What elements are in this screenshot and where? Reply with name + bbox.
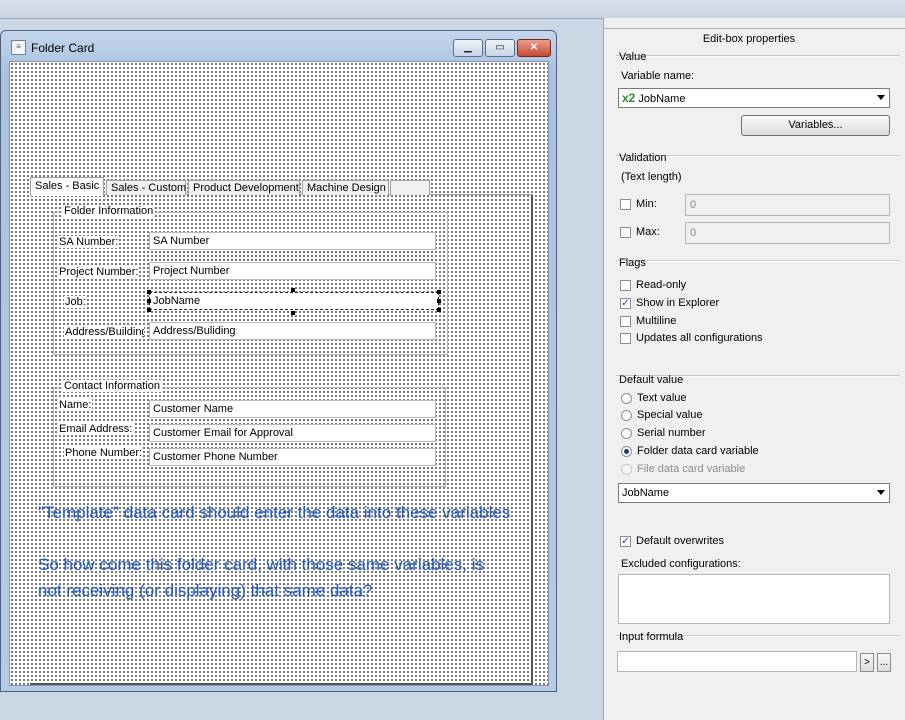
read-only-label: Read-only — [636, 279, 687, 291]
folder-data-card-variable-label: Folder data card variable — [637, 445, 759, 457]
panel-top-bar — [604, 18, 905, 29]
show-in-explorer-label: Show in Explorer — [636, 297, 720, 309]
input-formula-field[interactable] — [617, 651, 857, 672]
excluded-configurations-list[interactable] — [618, 574, 890, 624]
tab-empty[interactable] — [390, 180, 430, 195]
min-field[interactable]: 0 — [685, 194, 890, 216]
flags-section-title: Flags — [619, 257, 646, 269]
max-label: Max: — [636, 226, 660, 238]
project-number-label: Project Number: — [58, 266, 140, 278]
default-value-section-title: Default value — [619, 374, 684, 386]
annotation-line-2: So how come this folder card, with those… — [38, 555, 484, 574]
resize-handle[interactable] — [147, 290, 151, 294]
variable-name-dropdown[interactable]: x2 JobName — [618, 88, 890, 108]
card-icon: ≡ — [11, 40, 26, 55]
chevron-down-icon — [877, 95, 885, 100]
variables-button[interactable]: Variables... — [741, 115, 890, 136]
text-value-radio[interactable] — [621, 393, 632, 404]
default-variable-dropdown[interactable]: JobName — [618, 483, 890, 503]
panel-title: Edit-box properties — [702, 33, 796, 45]
email-address-label: Email Address: — [58, 423, 134, 435]
customer-phone-field[interactable]: Customer Phone Number — [149, 448, 436, 466]
folder-data-card-variable-radio[interactable] — [621, 446, 632, 457]
resize-handle[interactable] — [437, 290, 441, 294]
sa-number-field[interactable]: SA Number — [149, 232, 436, 250]
tab-sales-custom[interactable]: Sales - Custom — [106, 180, 186, 195]
variable-name-label: Variable name: — [621, 70, 695, 82]
updates-all-configurations-label: Updates all configurations — [636, 332, 763, 344]
flags-section-divider — [616, 260, 900, 262]
read-only-checkbox[interactable] — [620, 280, 631, 291]
input-formula-section-title: Input formula — [619, 631, 684, 643]
resize-handle[interactable] — [437, 308, 441, 312]
min-label: Min: — [636, 198, 657, 210]
phone-number-label: Phone Number: — [64, 447, 144, 459]
tab-product-development[interactable]: Product Development — [188, 180, 300, 195]
value-section-divider — [616, 55, 900, 57]
default-variable-value: JobName — [622, 487, 670, 499]
resize-handle[interactable] — [291, 311, 295, 315]
customer-name-field[interactable]: Customer Name — [149, 400, 436, 418]
folder-information-title: Folder Information — [62, 205, 156, 217]
file-data-card-variable-radio[interactable] — [621, 464, 632, 475]
show-in-explorer-checkbox[interactable]: ✓ — [620, 298, 631, 309]
contact-information-title: Contact Information — [62, 380, 162, 392]
annotation-line-1: "Template" data card should enter the da… — [38, 503, 511, 522]
special-value-radio[interactable] — [621, 410, 632, 421]
window-title: Folder Card — [31, 41, 95, 55]
updates-all-configurations-checkbox[interactable] — [620, 333, 631, 344]
resize-handle[interactable] — [147, 308, 151, 312]
tab-machine-design[interactable]: Machine Design — [302, 180, 389, 195]
sa-number-label: SA Number: — [58, 236, 120, 248]
name-label: Name: — [58, 399, 93, 411]
address-building-label: Address/Building — [64, 326, 144, 338]
variable-name-value: JobName — [638, 93, 686, 105]
maximize-button[interactable]: ▭ — [485, 39, 515, 57]
max-checkbox[interactable] — [620, 227, 631, 238]
resize-handle[interactable] — [147, 299, 151, 303]
text-length-label: (Text length) — [621, 171, 682, 183]
address-building-field[interactable]: Address/Buliding — [149, 322, 436, 340]
resize-handle[interactable] — [291, 288, 295, 292]
max-field[interactable]: 0 — [685, 222, 890, 244]
multiline-label: Multiline — [636, 315, 677, 327]
tab-sales-basic[interactable]: Sales - Basic — [30, 177, 104, 196]
min-checkbox[interactable] — [620, 199, 631, 210]
top-strip — [0, 0, 905, 19]
minimize-button[interactable]: ▁ — [453, 39, 483, 57]
default-overwrites-checkbox[interactable]: ✓ — [620, 536, 631, 547]
excluded-configurations-label: Excluded configurations: — [621, 558, 741, 570]
resize-handle[interactable] — [437, 299, 441, 303]
job-label: Job: — [64, 296, 87, 308]
close-button[interactable]: ✕ — [517, 39, 551, 57]
chevron-down-icon — [877, 490, 885, 495]
validation-section-title: Validation — [619, 152, 667, 164]
text-value-label: Text value — [637, 392, 687, 404]
value-section-title: Value — [619, 51, 647, 63]
multiline-checkbox[interactable] — [620, 316, 631, 327]
job-field-selected[interactable]: JobName — [149, 292, 439, 310]
serial-number-radio[interactable] — [621, 428, 632, 439]
edit-box-properties-panel: Edit-box properties Value Variable name:… — [603, 18, 905, 720]
default-overwrites-label: Default overwrites — [636, 535, 725, 547]
variable-type-icon: x2 — [622, 91, 636, 105]
formula-insert-button[interactable]: > — [860, 653, 874, 672]
formula-browse-button[interactable]: ... — [877, 653, 891, 672]
file-data-card-variable-label: File data card variable — [637, 463, 746, 475]
project-number-field[interactable]: Project Number — [149, 262, 436, 280]
special-value-label: Special value — [637, 409, 703, 421]
serial-number-label: Serial number — [637, 427, 706, 439]
annotation-line-3: not receiving (or displaying) that same … — [38, 581, 373, 600]
customer-email-field[interactable]: Customer Email for Approval — [149, 424, 436, 442]
